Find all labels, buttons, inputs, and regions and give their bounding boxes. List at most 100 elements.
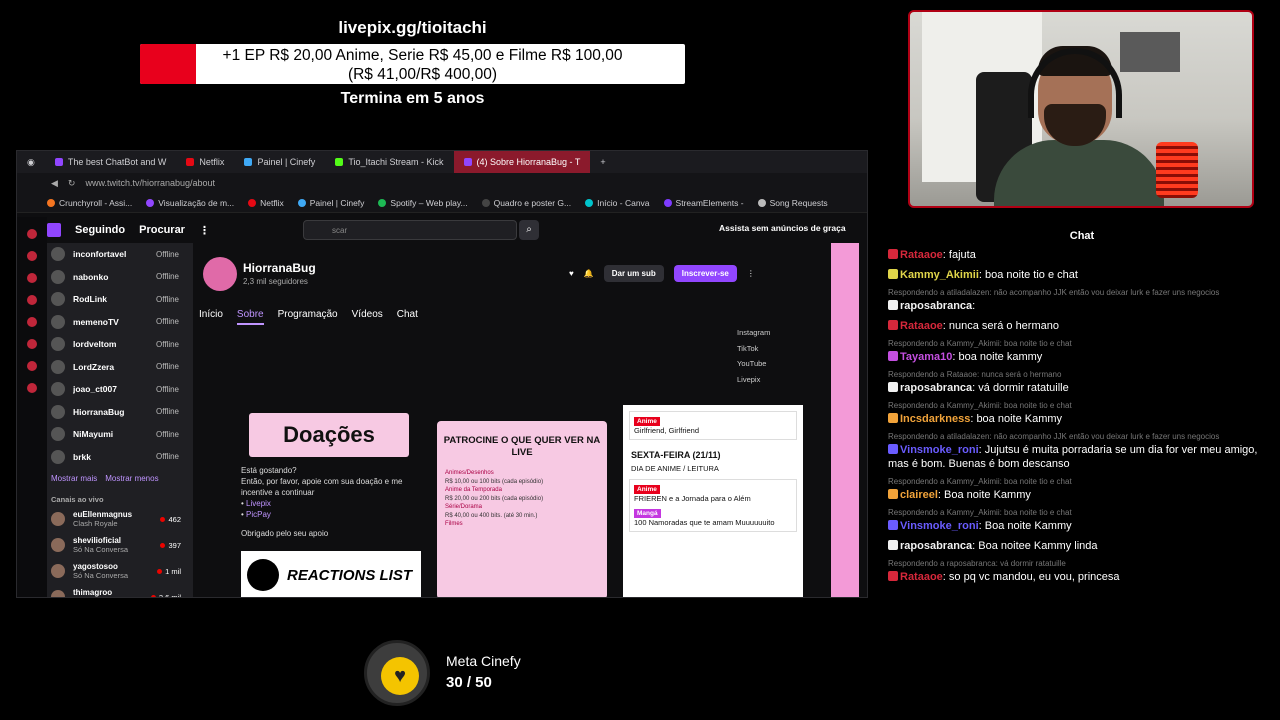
twitch-logo-icon[interactable] — [47, 223, 61, 237]
social-livepix[interactable]: Livepix — [737, 372, 770, 388]
live-channel[interactable]: thimagrooSó Na Conversa2,6 mil — [47, 584, 193, 597]
strip-icon[interactable] — [27, 251, 37, 261]
ad-free-button[interactable]: Assista sem anúncios de graça — [719, 223, 846, 233]
more-icon[interactable]: ⋮ — [747, 269, 755, 278]
schedule-tag: Mangá — [634, 509, 661, 518]
chat-username[interactable]: Tayama10 — [900, 351, 952, 363]
chat-message: Respondendo a atiladalazen: não acompanh… — [888, 288, 1278, 313]
chat-username[interactable]: Vinsmoke_roni — [900, 520, 979, 532]
nav-following[interactable]: Seguindo — [75, 224, 125, 236]
sidebar-channel[interactable]: lordveltom Offline — [47, 333, 193, 356]
url-text[interactable]: www.twitch.tv/hiorranabug/about — [85, 178, 215, 188]
chat-username[interactable]: Incsdarkness — [900, 413, 970, 425]
more-icon[interactable]: ⋮ — [199, 224, 210, 237]
sidebar-channel[interactable]: LordZzera Offline — [47, 356, 193, 379]
search-input[interactable]: scar — [303, 220, 517, 240]
sidebar-channel[interactable]: inconfortavel Offline — [47, 243, 193, 266]
new-tab-icon[interactable]: + — [590, 151, 615, 173]
sidebar-channel[interactable]: nabonko Offline — [47, 266, 193, 289]
sidebar-channel[interactable]: memenoTV Offline — [47, 311, 193, 334]
chat-message: Respondendo a atiladalazen: não acompanh… — [888, 432, 1278, 471]
show-more-link[interactable]: Mostrar mais — [51, 474, 97, 483]
social-tiktok[interactable]: TikTok — [737, 341, 770, 357]
chat-badge-icon — [888, 540, 898, 550]
tab-schedule[interactable]: Programação — [278, 309, 338, 325]
search-icon[interactable]: ⌕ — [519, 220, 539, 240]
chat-username[interactable]: raposabranca — [900, 300, 972, 312]
chat-reply-context: Respondendo a Kammy_Akimii: boa noite ti… — [888, 508, 1072, 517]
donations-line-2: Então, por favor, apoie com sua doação e… — [241, 477, 403, 497]
bookmark[interactable]: StreamElements - — [663, 197, 744, 208]
chat-username[interactable]: Rataaoe — [900, 571, 943, 583]
chat-username[interactable]: Kammy_Akimii — [900, 269, 979, 281]
strip-icon[interactable] — [27, 339, 37, 349]
sidebar-channel[interactable]: NiMayumi Offline — [47, 423, 193, 446]
tab-chat[interactable]: Chat — [397, 309, 418, 325]
strip-icon[interactable] — [27, 295, 37, 305]
tab-home[interactable]: Início — [199, 309, 223, 325]
sidebar-channel[interactable]: brkk Offline — [47, 446, 193, 469]
bookmark[interactable]: Visualização de m... — [146, 198, 234, 208]
address-bar[interactable]: ◀ ↻ www.twitch.tv/hiorranabug/about — [17, 173, 867, 193]
browser-tab[interactable]: The best ChatBot and W — [45, 151, 177, 173]
donations-panel: Doações — [249, 413, 409, 457]
chat-badge-icon — [888, 320, 898, 330]
chat-username[interactable]: Vinsmoke_roni — [900, 444, 979, 456]
bookmark-label: StreamElements - — [675, 197, 744, 208]
chat-username[interactable]: Rataaoe — [900, 249, 943, 261]
chat-username[interactable]: raposabranca — [900, 382, 972, 394]
sidebar-channel[interactable]: HiorranaBug Offline — [47, 401, 193, 424]
social-youtube[interactable]: YouTube — [737, 356, 770, 372]
sidebar-channel-name: lordveltom — [73, 339, 117, 350]
channel-avatar[interactable] — [203, 257, 237, 291]
sidebar-links: Mostrar mais Mostrar menos — [47, 468, 193, 489]
chat-message: raposabranca: Boa noitee Kammy linda — [888, 539, 1278, 553]
sidebar-channel[interactable]: RodLink Offline — [47, 288, 193, 311]
tab-videos[interactable]: Vídeos — [352, 309, 383, 325]
live-channel[interactable]: yagostosoo Só Na Conversa 1 mil — [47, 558, 193, 584]
chat-line: Rataaoe: nunca será o hermano — [888, 319, 1278, 333]
browser-tab[interactable]: Tio_Itachi Stream - Kick — [325, 151, 453, 173]
bookmark[interactable]: Painel | Cinefy — [297, 198, 364, 208]
tab-about[interactable]: Sobre — [236, 309, 264, 325]
bell-icon[interactable]: 🔔 — [584, 269, 594, 278]
sidebar-channel-name: HiorranaBug — [73, 406, 125, 417]
bookmark[interactable]: Song Requests — [757, 198, 828, 208]
strip-icon[interactable] — [27, 383, 37, 393]
nav-browse[interactable]: Procurar — [139, 224, 185, 236]
bookmark-label: Quadro e poster G... — [493, 197, 572, 208]
browser-tab[interactable]: Painel | Cinefy — [234, 151, 325, 173]
heart-icon[interactable]: ♥ — [569, 269, 574, 278]
browser-menu-icon[interactable]: ◉ — [17, 151, 45, 173]
strip-icon[interactable] — [27, 317, 37, 327]
live-channel[interactable]: shevilioficial Só Na Conversa 397 — [47, 532, 193, 558]
show-less-link[interactable]: Mostrar menos — [105, 474, 158, 483]
live-channel[interactable]: euEllenmagnus Clash Royale 462 — [47, 506, 193, 532]
strip-icon[interactable] — [27, 273, 37, 283]
chat-text: : boa noite tio e chat — [978, 269, 1078, 281]
chat-username[interactable]: claireel — [900, 489, 938, 501]
livepix-link[interactable]: Livepix — [246, 499, 271, 508]
browser-tab[interactable]: Netflix — [176, 151, 234, 173]
sidebar-channel[interactable]: joao_ct007 Offline — [47, 378, 193, 401]
sponsor-line: R$ 40,00 ou 400 bits. (até 30 min.) — [445, 512, 538, 519]
reactions-list-panel[interactable]: REACTIONS LIST — [241, 551, 421, 597]
chat-line: claireel: Boa noite Kammy — [888, 488, 1278, 502]
gift-sub-button[interactable]: Dar um sub — [603, 265, 664, 282]
bookmark[interactable]: Início - Canva — [585, 198, 650, 208]
bookmark[interactable]: Crunchyroll - Assi... — [47, 198, 132, 208]
back-icon[interactable]: ◀ — [51, 178, 58, 189]
bookmark[interactable]: Netflix — [248, 198, 284, 208]
strip-icon[interactable] — [27, 361, 37, 371]
picpay-link[interactable]: PicPay — [246, 510, 271, 519]
chat-reply-context: Respondendo a Rataaoe: nunca será o herm… — [888, 370, 1062, 379]
browser-tab-active[interactable]: (4) Sobre HiorranaBug - T — [453, 151, 591, 173]
chat-username[interactable]: raposabranca — [900, 540, 972, 552]
chat-username[interactable]: Rataaoe — [900, 320, 943, 332]
bookmark[interactable]: Spotify – Web play... — [378, 198, 468, 208]
subscribe-button[interactable]: Inscrever-se — [673, 265, 737, 282]
channel-actions: ♥ 🔔 Dar um sub Inscrever-se ⋮ — [569, 265, 755, 282]
social-instagram[interactable]: Instagram — [737, 325, 770, 341]
reload-icon[interactable]: ↻ — [68, 178, 76, 189]
bookmark[interactable]: Quadro e poster G... — [481, 197, 572, 208]
